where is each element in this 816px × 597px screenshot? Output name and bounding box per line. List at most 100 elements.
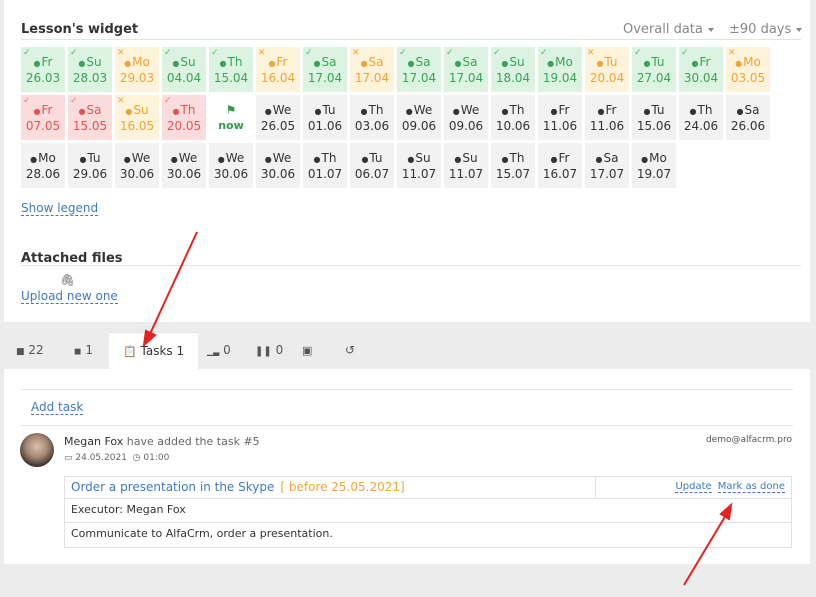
day-label: We: [460, 103, 480, 117]
cross-icon: ✕: [728, 48, 736, 58]
show-legend-link[interactable]: Show legend: [21, 201, 99, 216]
lesson-cell[interactable]: ●Tu 01.06: [303, 95, 347, 140]
lesson-cell[interactable]: ✕ ●Fr 16.04: [256, 47, 300, 92]
tab-history[interactable]: ↺: [345, 332, 355, 369]
lesson-cell[interactable]: ✕ ●Mo 03.05: [726, 47, 770, 92]
lesson-cell[interactable]: ✓ ●Th 15.04: [209, 47, 253, 92]
day-label: Mo: [555, 55, 573, 69]
mark-as-done-button[interactable]: Mark as done: [717, 481, 785, 493]
person-icon: ●: [595, 155, 603, 164]
day-label: Sa: [368, 55, 384, 69]
lesson-cell[interactable]: ●Fr 11.06: [585, 95, 629, 140]
lesson-cell[interactable]: ✓ ●Su 04.04: [162, 47, 206, 92]
tab-tasks[interactable]: 📋 Tasks 1: [109, 332, 199, 370]
days-range-dropdown[interactable]: ±90 days: [729, 22, 803, 37]
lesson-cell[interactable]: ●Mo 28.06: [21, 143, 65, 188]
overall-data-dropdown[interactable]: Overall data: [623, 22, 714, 37]
lesson-cell[interactable]: ●We 30.06: [256, 143, 300, 188]
lesson-cell[interactable]: ✓ ●Su 28.03: [68, 47, 112, 92]
lesson-cell[interactable]: ✕ ●Sa 17.04: [350, 47, 394, 92]
day-label: Th: [509, 103, 525, 117]
tab-notes[interactable]: ◼ 1: [74, 332, 93, 369]
lesson-cell[interactable]: ●Sa 17.07: [585, 143, 629, 188]
lesson-cell[interactable]: ●Sa 26.06: [726, 95, 770, 140]
lesson-cell[interactable]: ✓ ●Su 18.04: [491, 47, 535, 92]
date-label: 18.04: [495, 71, 531, 85]
date-label: 20.05: [166, 119, 202, 133]
day-label: Tu: [604, 55, 618, 69]
lesson-cell[interactable]: ●Tu 06.07: [350, 143, 394, 188]
lesson-cell[interactable]: ●Tu 29.06: [68, 143, 112, 188]
attached-files-title: Attached files: [21, 251, 123, 266]
upload-new-link[interactable]: Upload new one: [21, 289, 118, 304]
day-label: Th: [227, 55, 243, 69]
lesson-cell[interactable]: ●We 09.06: [397, 95, 441, 140]
lesson-cell[interactable]: ●Fr 16.07: [538, 143, 582, 188]
date-label: 11.07: [401, 167, 437, 181]
tab-pauses[interactable]: ❚❚ 0: [255, 332, 283, 369]
lesson-cell[interactable]: ✕ ●Su 16.05: [115, 95, 159, 140]
task-executor: Executor: Megan Fox: [65, 499, 791, 523]
lesson-cell[interactable]: ●Su 11.07: [444, 143, 488, 188]
divider: [21, 425, 793, 426]
lesson-cell[interactable]: ✓ ●Fr 26.03: [21, 47, 65, 92]
update-button[interactable]: Update: [675, 481, 712, 493]
lesson-cell[interactable]: ✓ ●Sa 17.04: [303, 47, 347, 92]
lesson-cell[interactable]: ✓ ●Fr 30.04: [679, 47, 723, 92]
lesson-cell[interactable]: ●Th 15.07: [491, 143, 535, 188]
person-icon: ●: [264, 107, 272, 116]
lesson-cell[interactable]: ●Th 01.07: [303, 143, 347, 188]
day-label: We: [225, 151, 245, 165]
lesson-cell[interactable]: ✓ ●Sa 17.04: [397, 47, 441, 92]
lesson-cell[interactable]: ✓ ●Mo 19.04: [538, 47, 582, 92]
divider: [21, 39, 801, 40]
lesson-cell[interactable]: ⚑ now: [209, 95, 253, 140]
lesson-cell[interactable]: ✓ ●Sa 17.04: [444, 47, 488, 92]
lesson-cell[interactable]: ●Th 24.06: [679, 95, 723, 140]
day-label: Sa: [462, 55, 478, 69]
lesson-cell[interactable]: ●Su 11.07: [397, 143, 441, 188]
person-icon: ●: [170, 155, 178, 164]
lesson-cell[interactable]: ✕ ●Mo 29.03: [115, 47, 159, 92]
lesson-cell[interactable]: ●We 30.06: [162, 143, 206, 188]
day-label: Th: [697, 103, 713, 117]
person-icon: ●: [219, 59, 227, 68]
tab-payments[interactable]: ▣: [302, 332, 312, 369]
lesson-cell[interactable]: ✓ ●Th 20.05: [162, 95, 206, 140]
date-label: 07.05: [25, 119, 61, 133]
date-label: 17.07: [589, 167, 625, 181]
lesson-cell[interactable]: ✓ ●Sa 15.05: [68, 95, 112, 140]
day-label: Tu: [87, 151, 101, 165]
date-label: 30.06: [119, 167, 155, 181]
lesson-calendar-grid: ✓ ●Fr 26.03 ✓ ●Su 28.03 ✕ ●Mo 29.03 ✓ ●Su 04.04 ✓ ●Th…: [21, 47, 801, 191]
date-label: 04.04: [166, 71, 202, 85]
lesson-cell[interactable]: ●We 09.06: [444, 95, 488, 140]
lesson-cell[interactable]: ●We 26.05: [256, 95, 300, 140]
lesson-cell[interactable]: ●Fr 11.06: [538, 95, 582, 140]
day-label: Mo: [132, 55, 150, 69]
lesson-cell[interactable]: ●We 30.06: [115, 143, 159, 188]
author-name[interactable]: Megan Fox: [64, 435, 123, 448]
lesson-cell[interactable]: ✕ ●Tu 20.04: [585, 47, 629, 92]
task-header-row: Order a presentation in the Skype [ befor…: [65, 477, 791, 499]
day-label: Su: [415, 151, 431, 165]
date-label: 30.06: [260, 167, 296, 181]
task-title[interactable]: Order a presentation in the Skype: [71, 480, 274, 494]
lesson-cell[interactable]: ●Mo 19.07: [632, 143, 676, 188]
day-label: Su: [86, 55, 102, 69]
date-label: 03.06: [354, 119, 390, 133]
date-label: 26.03: [25, 71, 61, 85]
lesson-cell[interactable]: ●Th 03.06: [350, 95, 394, 140]
person-icon: ●: [407, 155, 415, 164]
person-icon: ●: [360, 59, 368, 68]
lesson-cell[interactable]: ●Th 10.06: [491, 95, 535, 140]
tab-comments[interactable]: ■ 22: [16, 332, 44, 369]
lesson-cell[interactable]: ●Tu 15.06: [632, 95, 676, 140]
tab-stats[interactable]: ▁▃ 0: [207, 332, 231, 369]
lesson-cell[interactable]: ✓ ●Tu 27.04: [632, 47, 676, 92]
add-task-button[interactable]: Add task: [31, 400, 84, 415]
lesson-cell[interactable]: ✓ ●Fr 07.05: [21, 95, 65, 140]
check-icon: ✓: [164, 48, 172, 58]
lesson-cell[interactable]: ●We 30.06: [209, 143, 253, 188]
person-icon: ●: [33, 59, 41, 68]
